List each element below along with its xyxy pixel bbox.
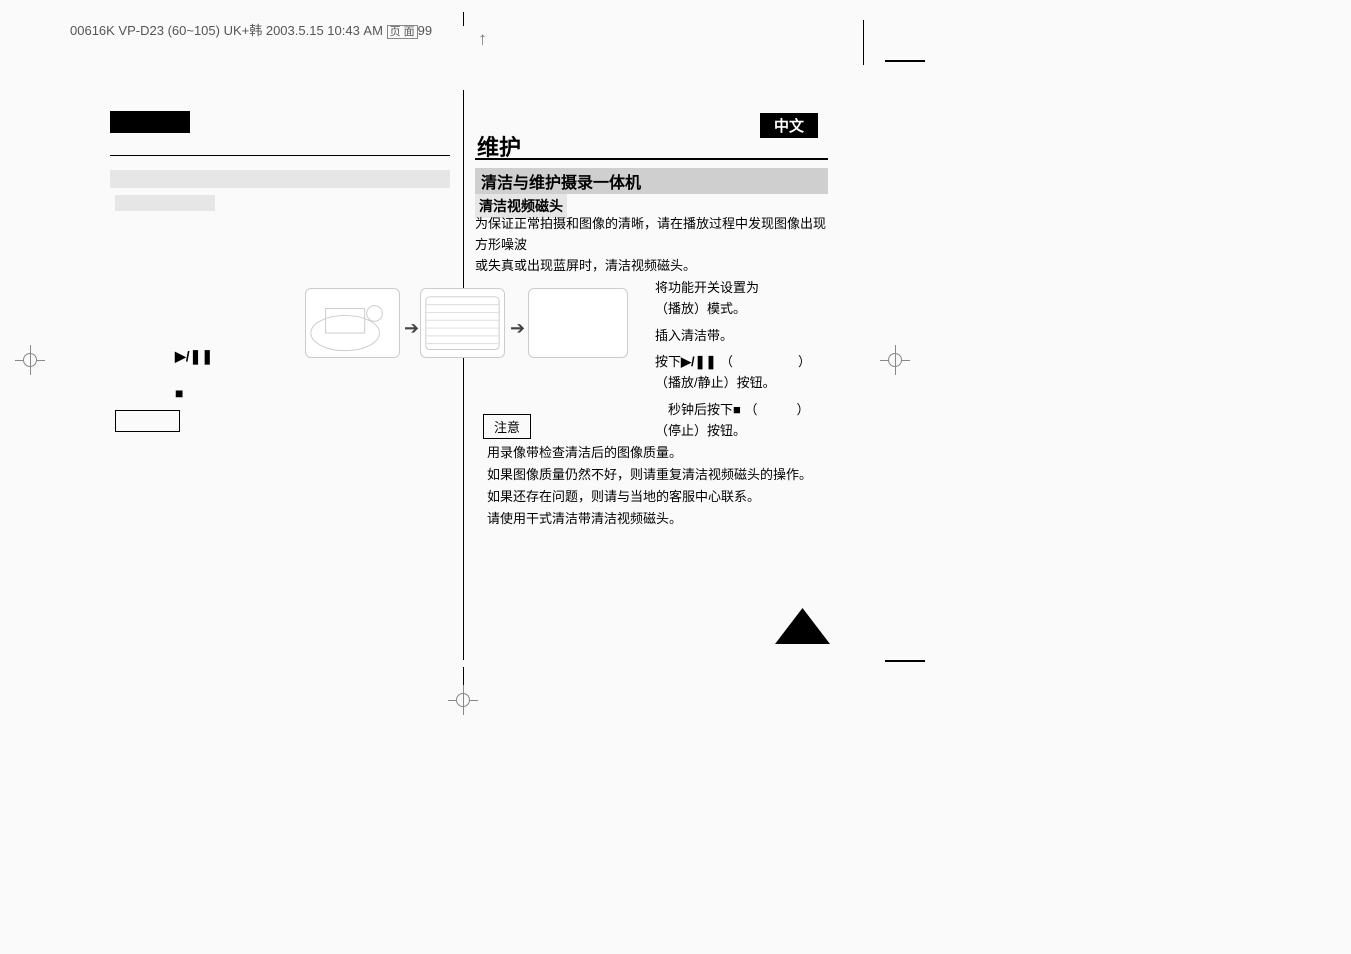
bullet-2: 如果图像质量仍然不好，则请重复清洁视频磁头的操作。	[487, 464, 827, 486]
play-pause-icon: ▶/❚❚	[681, 354, 716, 369]
illustration-noise-screen	[420, 288, 505, 358]
step-1: 将功能开关设置为 （播放）模式。	[655, 278, 835, 320]
title-underline	[475, 158, 828, 160]
steps-list: 将功能开关设置为 （播放）模式。 插入清洁带。 按下▶/❚❚ （ ） （播放/静…	[655, 278, 835, 448]
gray-section-bar-left	[110, 170, 450, 188]
arrow-icon: ➔	[404, 318, 419, 339]
divider	[110, 155, 450, 156]
column-divider	[463, 90, 464, 660]
crop-line	[463, 12, 464, 26]
outline-box-left	[115, 410, 180, 432]
bullet-1: 用录像带检查清洁后的图像质量。	[487, 442, 827, 464]
bullet-4: 请使用干式清洁带清洁视频磁头。	[487, 508, 827, 530]
language-tag: 中文	[760, 113, 818, 138]
step-3: 按下▶/❚❚ （ ） （播放/静止）按钮。	[655, 352, 835, 394]
stop-icon: ■	[175, 385, 183, 401]
crop-mark	[885, 60, 925, 62]
notice-bullets: 用录像带检查清洁后的图像质量。 如果图像质量仍然不好，则请重复清洁视频磁头的操作…	[487, 442, 827, 530]
intro-text: 为保证正常拍摄和图像的清晰，请在播放过程中发现图像出现方形噪波 或失真或出现蓝屏…	[475, 214, 835, 276]
crop-line	[863, 20, 864, 65]
illustration-blue-screen	[528, 288, 628, 358]
bullet-3: 如果还存在问题，则请与当地的客服中心联系。	[487, 486, 827, 508]
triangle-marker-icon	[775, 608, 830, 644]
step-2: 插入清洁带。	[655, 326, 835, 347]
crosshair-icon	[448, 685, 478, 715]
filename: 00616K VP-D23 (60~105) UK+韩 2003.5.15 10…	[70, 23, 383, 38]
page-label-prefix: 页 面	[387, 25, 418, 39]
header-arrow-icon: ↓	[478, 30, 487, 51]
step-4: 秒钟后按下■ （ ） （停止）按钮。	[655, 400, 835, 442]
black-block	[110, 111, 190, 133]
notice-label: 注意	[483, 414, 531, 439]
arrow-icon: ➔	[510, 318, 525, 339]
crosshair-icon	[880, 345, 910, 375]
illustration-camcorder	[305, 288, 400, 358]
gray-sub-bar-left	[115, 195, 215, 211]
play-pause-icon: ▶/❚❚	[175, 348, 213, 365]
crosshair-icon	[15, 345, 45, 375]
page-header: 00616K VP-D23 (60~105) UK+韩 2003.5.15 10…	[70, 20, 432, 39]
section-heading: 清洁与维护摄录一体机	[475, 168, 828, 194]
page-number: 99	[418, 23, 432, 38]
crop-mark	[885, 660, 925, 662]
stop-icon: ■	[733, 402, 741, 417]
